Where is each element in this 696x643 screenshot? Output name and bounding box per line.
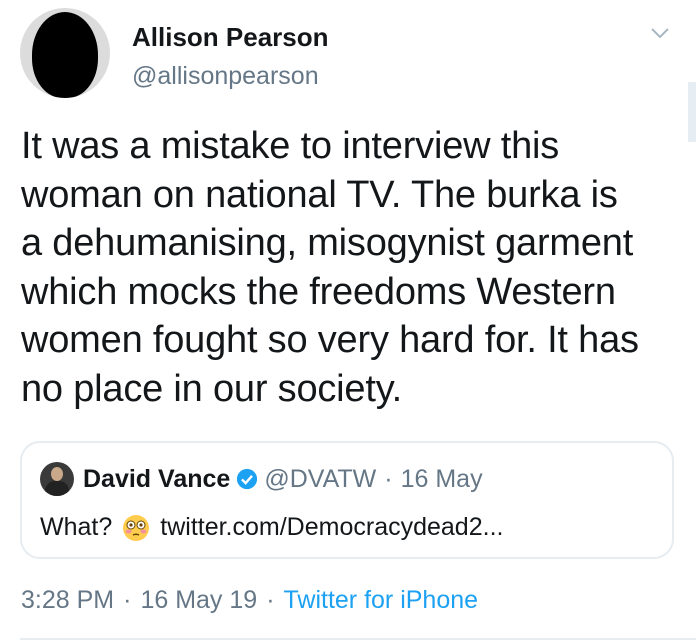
- quoted-avatar: [40, 462, 74, 496]
- quoted-tweet-header: David Vance @DVATW · 16 May: [40, 461, 483, 497]
- avatar-silhouette: [32, 12, 98, 98]
- tweet-source-link[interactable]: Twitter for iPhone: [284, 586, 479, 615]
- tweet-header: Allison Pearson @allisonpearson: [20, 8, 676, 100]
- tweet-time[interactable]: 3:28 PM: [21, 586, 114, 615]
- quoted-date: 16 May: [400, 464, 483, 493]
- separator-dot: ·: [266, 586, 275, 614]
- avatar-body: [45, 481, 69, 496]
- tweet-text: It was a mistake to interview this woman…: [21, 125, 639, 410]
- quoted-display-name: David Vance: [83, 464, 231, 493]
- avatar[interactable]: [20, 8, 110, 98]
- author-display-name[interactable]: Allison Pearson: [132, 22, 329, 53]
- scrollbar[interactable]: [688, 82, 696, 142]
- tweet-meta: 3:28 PM · 16 May 19 · Twitter for iPhone: [21, 586, 478, 615]
- author-handle[interactable]: @allisonpearson: [132, 62, 319, 91]
- verified-badge-icon: [237, 468, 258, 490]
- tweet: Allison Pearson @allisonpearson It was a…: [0, 0, 696, 643]
- quoted-tweet[interactable]: David Vance @DVATW · 16 May What? twitte…: [20, 441, 674, 559]
- avatar-face: [51, 467, 63, 481]
- separator-dot: ·: [384, 464, 393, 493]
- chevron-down-icon[interactable]: [650, 26, 670, 40]
- separator-dot: ·: [123, 586, 132, 614]
- flushed-face-emoji-icon: [123, 514, 150, 541]
- divider: [20, 638, 696, 640]
- tweet-date[interactable]: 16 May 19: [140, 586, 257, 615]
- quoted-link[interactable]: twitter.com/Democracydead2...: [160, 513, 503, 542]
- quoted-tweet-body: What? twitter.com/Democracydead2...: [40, 513, 503, 542]
- quoted-handle: @DVATW: [264, 464, 377, 493]
- quoted-text: What?: [40, 513, 113, 541]
